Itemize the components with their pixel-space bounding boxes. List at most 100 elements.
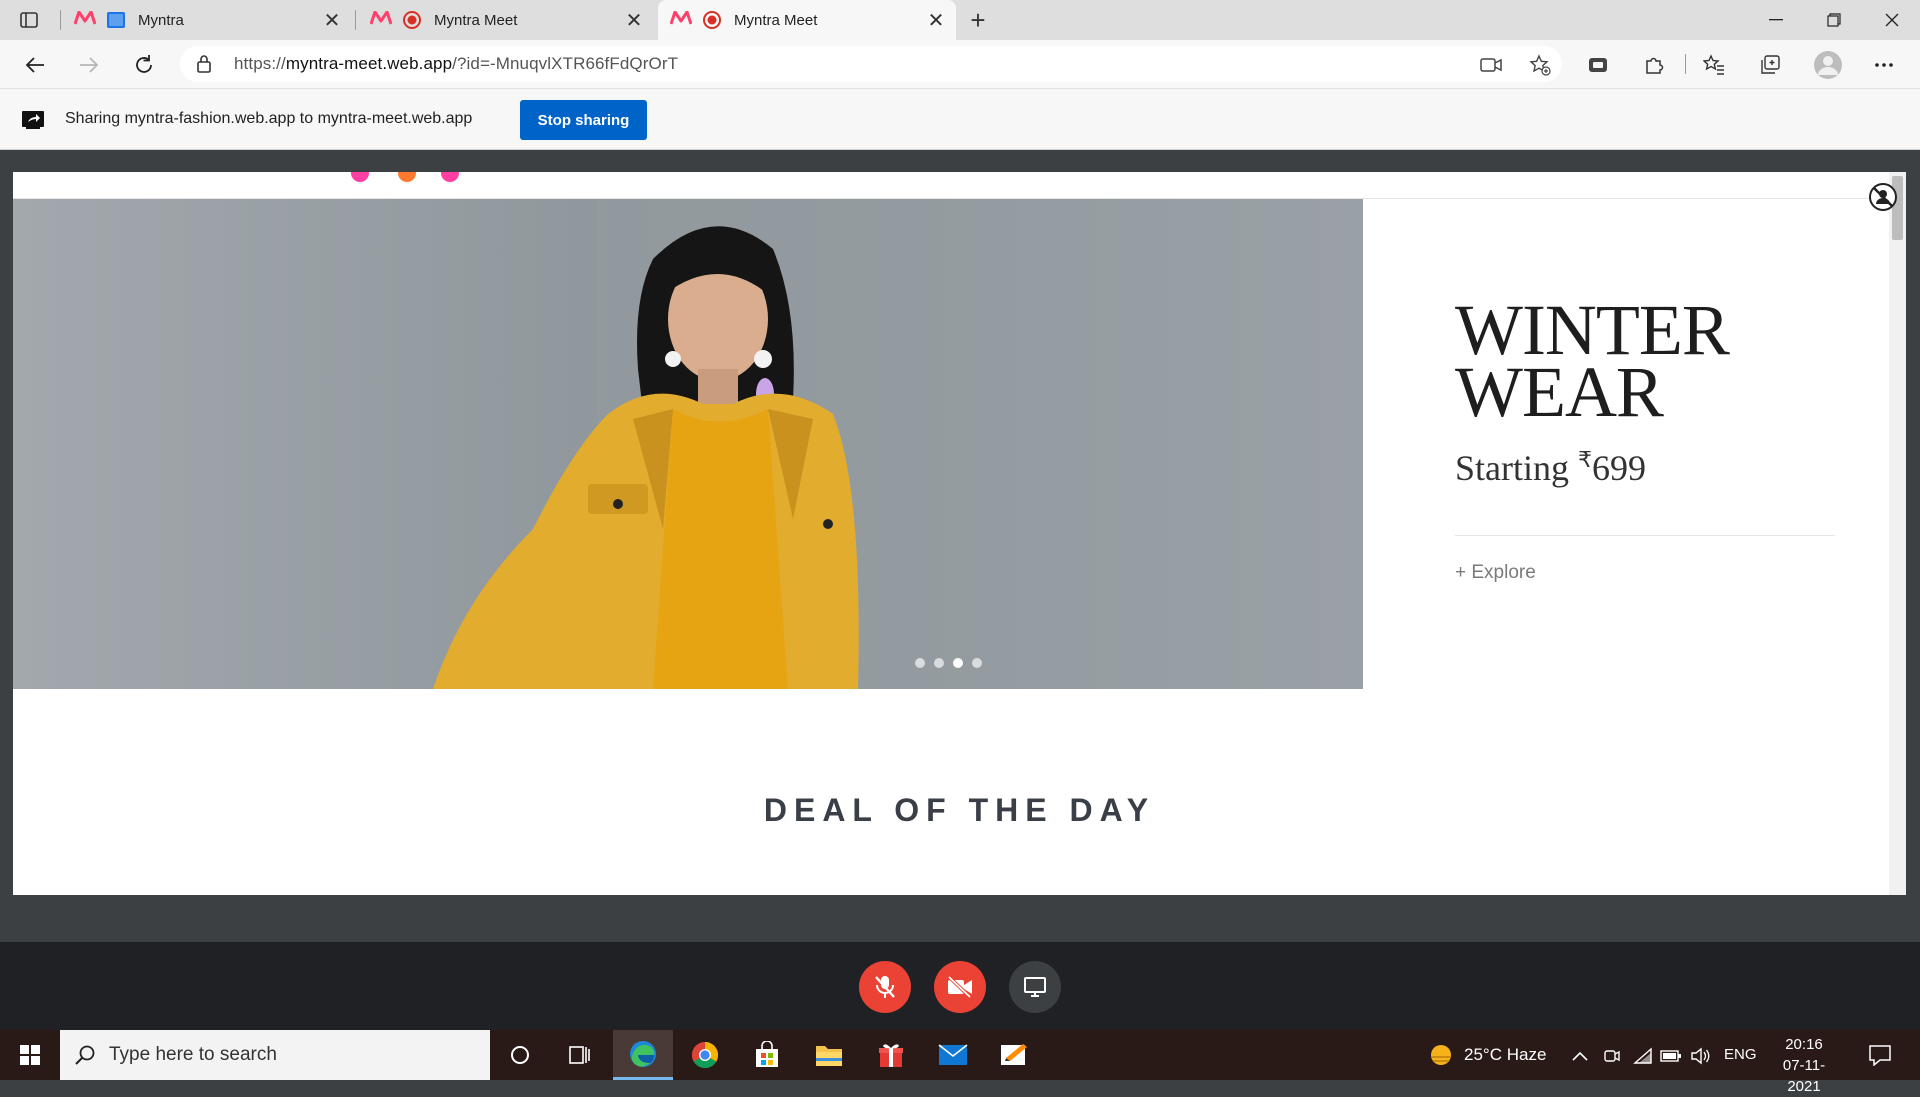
camera-toggle-button[interactable] (934, 961, 986, 1013)
mic-off-icon (875, 976, 895, 998)
windows-logo-icon (20, 1045, 40, 1065)
meet-now-icon[interactable] (1601, 1045, 1623, 1067)
gift-icon (879, 1044, 903, 1067)
meeting-controls-bar (0, 942, 1920, 1030)
tab-myntra[interactable]: Myntra ✕ (62, 0, 352, 40)
favorites-icon[interactable] (1698, 49, 1730, 81)
search-icon (75, 1045, 95, 1065)
carousel-dot[interactable] (934, 658, 944, 668)
explore-link[interactable]: + Explore (1455, 562, 1536, 584)
restore-button[interactable] (1806, 0, 1862, 40)
tab-title: Myntra (138, 11, 184, 29)
shared-screen: WINTER WEAR Starting ₹699 + Explore DEAL… (13, 172, 1906, 895)
new-tab-button[interactable]: + (962, 5, 994, 35)
screen-share-icon (22, 111, 44, 134)
close-window-button[interactable] (1864, 0, 1920, 40)
profile-avatar-icon[interactable] (1812, 49, 1844, 81)
extensions-icon[interactable] (1638, 49, 1670, 81)
myntra-logo-icon (369, 10, 393, 29)
collections-icon[interactable] (1754, 49, 1786, 81)
forward-arrow-icon (80, 57, 99, 73)
minimize-icon (1769, 19, 1783, 21)
back-button[interactable] (18, 48, 52, 82)
cortana-button[interactable] (490, 1030, 550, 1080)
toolbar-separator (1685, 54, 1686, 74)
tab-actions-menu-button[interactable] (14, 7, 44, 33)
tab-actions-icon (20, 12, 38, 28)
clock-date: 07-11-2021 (1782, 1057, 1826, 1095)
restore-icon (1827, 13, 1841, 27)
tab-myntra-meet[interactable]: Myntra Meet ✕ (358, 0, 654, 40)
add-favorite-icon[interactable] (1529, 54, 1551, 76)
stop-sharing-button[interactable]: Stop sharing (520, 100, 647, 140)
lock-icon[interactable] (196, 54, 212, 79)
search-placeholder: Type here to search (109, 1044, 277, 1065)
extension-puzzle-alt-icon[interactable] (1582, 49, 1614, 81)
start-button[interactable] (0, 1030, 60, 1080)
shared-page-header-strip (13, 172, 1906, 199)
carousel-dot-active[interactable] (953, 658, 963, 668)
taskbar-mail[interactable] (923, 1030, 983, 1080)
section-title: DEAL OF THE DAY (763, 792, 1156, 828)
hero-banner-image[interactable] (13, 199, 1363, 689)
browser-tab-strip: Myntra ✕ Myntra Meet ✕ Myntra Meet ✕ + (0, 0, 1920, 40)
weather-icon[interactable] (1428, 1042, 1454, 1068)
notification-center-icon[interactable] (1866, 1043, 1894, 1067)
weather-text[interactable]: 25°C Haze (1464, 1045, 1546, 1065)
edge-browser-icon (630, 1040, 656, 1067)
mail-icon (938, 1044, 968, 1065)
show-hidden-icons-chevron-icon[interactable] (1569, 1045, 1591, 1067)
battery-icon[interactable] (1660, 1045, 1682, 1067)
url-text: https://myntra-meet.web.app/?id=-MnuqvlX… (234, 54, 679, 73)
task-view-icon (569, 1046, 590, 1064)
folder-icon (816, 1046, 842, 1066)
refresh-button[interactable] (127, 48, 161, 82)
taskbar-chrome[interactable] (675, 1030, 735, 1080)
back-arrow-icon (25, 57, 44, 73)
microsoft-store-icon (756, 1041, 778, 1067)
decorative-dot (351, 172, 369, 182)
volume-icon[interactable] (1690, 1045, 1712, 1067)
tab-separator (60, 10, 61, 30)
carousel-dot[interactable] (915, 658, 925, 668)
browser-toolbar: https://myntra-meet.web.app/?id=-MnuqvlX… (0, 40, 1920, 88)
wifi-icon[interactable] (1632, 1045, 1654, 1067)
screen-share-toggle-button[interactable] (1009, 961, 1061, 1013)
task-view-button[interactable] (550, 1030, 610, 1080)
address-bar[interactable]: https://myntra-meet.web.app/?id=-MnuqvlX… (180, 46, 1562, 82)
recording-icon (402, 10, 422, 30)
shared-page-scrollbar[interactable] (1889, 172, 1906, 895)
camera-permission-icon[interactable] (1480, 54, 1502, 76)
decorative-dot (441, 172, 459, 182)
winter-wear-promo: WINTER WEAR Starting ₹699 + Explore (1363, 199, 1883, 689)
settings-more-icon[interactable] (1868, 49, 1900, 81)
carousel-dot[interactable] (972, 658, 982, 668)
cortana-icon (511, 1046, 529, 1064)
meeting-stage: WINTER WEAR Starting ₹699 + Explore DEAL… (0, 150, 1920, 942)
taskbar-clock[interactable]: 20:16 07-11-2021 (1768, 1034, 1840, 1097)
tab-close-icon[interactable]: ✕ (620, 6, 648, 34)
taskbar-file-explorer[interactable] (799, 1030, 859, 1080)
taskbar-whiteboard[interactable] (985, 1030, 1045, 1080)
pinned-camera-off-icon[interactable] (1868, 182, 1898, 212)
taskbar-edge[interactable] (613, 1030, 673, 1080)
tab-myntra-meet-active[interactable]: Myntra Meet ✕ (658, 0, 956, 40)
forward-button[interactable] (72, 48, 106, 82)
taskbar-gift-app[interactable] (861, 1030, 921, 1080)
taskbar-store[interactable] (737, 1030, 797, 1080)
mic-toggle-button[interactable] (859, 961, 911, 1013)
whiteboard-icon (1001, 1044, 1027, 1065)
tab-close-icon[interactable]: ✕ (318, 6, 346, 34)
camera-off-icon (947, 976, 972, 998)
tab-title: Myntra Meet (734, 11, 818, 29)
windows-taskbar: Type here to search 25°C Haze ENG 20:16 … (0, 1030, 1920, 1095)
decorative-dot (398, 172, 416, 182)
taskbar-search-box[interactable]: Type here to search (60, 1030, 490, 1080)
tab-close-icon[interactable]: ✕ (922, 6, 950, 34)
tab-separator (355, 10, 356, 30)
minimize-button[interactable] (1748, 0, 1804, 40)
myntra-logo-icon (669, 10, 693, 29)
myntra-logo-icon (73, 10, 97, 29)
input-language[interactable]: ENG (1724, 1046, 1757, 1063)
tab-title: Myntra Meet (434, 11, 518, 29)
